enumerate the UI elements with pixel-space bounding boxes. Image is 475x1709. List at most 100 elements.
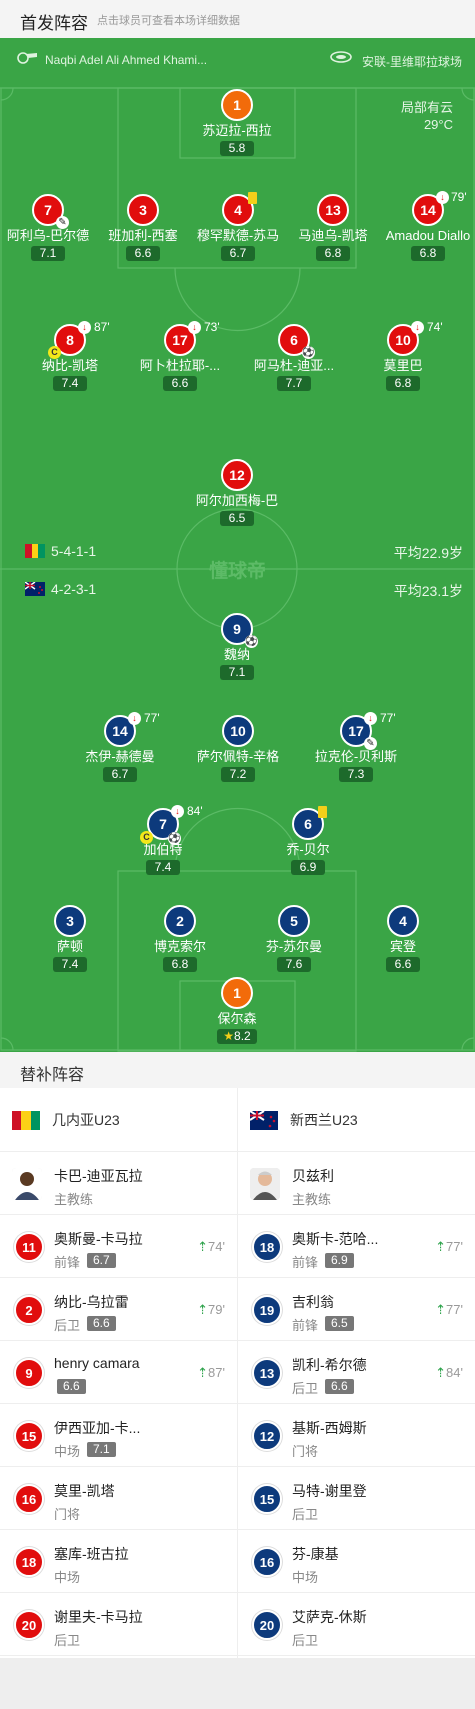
player-number: 20 <box>14 1610 44 1640</box>
away-player-10[interactable]: 10 萨尔佩特-辛格 7.2 <box>178 715 298 783</box>
home-player-6[interactable]: 6 阿马杜-迪亚... 7.7 ⚽ <box>234 324 354 392</box>
player-position: 后卫 <box>292 1507 319 1522</box>
sub-in-icon: ⇡ <box>197 1365 209 1380</box>
player-number: 2 <box>14 1295 44 1325</box>
player-position: 中场 <box>292 1570 319 1585</box>
player-number: 5 <box>278 905 310 937</box>
player-name: 芬-苏尔曼 <box>265 939 323 954</box>
sub-row-19[interactable]: 19 吉利翁 前锋 6.5 ⇡77' <box>238 1278 475 1341</box>
referee-name: Naqbi Adel Ali Ahmed Khami... <box>45 53 208 67</box>
away-player-2[interactable]: 2 博克索尔 6.8 <box>120 905 240 973</box>
weather-info: 局部有云 29°C <box>401 99 453 133</box>
sub-minute: 87' <box>94 320 110 334</box>
sub-minute: 87' <box>208 1365 225 1380</box>
player-rating: 5.8 <box>220 141 254 156</box>
sub-row-9[interactable]: 9 henry camara 6.6 ⇡87' <box>0 1341 237 1404</box>
player-rating: 6.8 <box>316 246 350 261</box>
sub-in-icon: ⇡ <box>435 1239 447 1254</box>
player-rating: 6.7 <box>87 1253 116 1268</box>
player-name: 塞库-班古拉 <box>54 1546 129 1562</box>
player-position: 后卫 <box>54 1633 81 1648</box>
away-player-9[interactable]: 9 魏纳 7.1 ⚽ <box>177 613 297 681</box>
player-number: 15 <box>14 1421 44 1451</box>
away-player-1[interactable]: 1 保尔森 ★8.2 <box>177 977 297 1045</box>
home-player-10[interactable]: 10 莫里巴 6.8 ↓ 74' <box>343 320 463 392</box>
home-coach-row[interactable]: 卡巴-迪亚瓦拉 主教练 <box>0 1152 237 1215</box>
player-name: 萨顿 <box>56 939 83 954</box>
away-team-row[interactable]: 新西兰U23 <box>238 1088 475 1152</box>
player-number: 13 <box>317 194 349 226</box>
sub-row-12[interactable]: 12 基斯-西姆斯 门将 <box>238 1404 475 1467</box>
player-name: 阿尔加西梅-巴 <box>195 493 279 508</box>
player-number: 16 <box>252 1547 282 1577</box>
sub-row-15[interactable]: 15 马特-谢里登 后卫 <box>238 1467 475 1530</box>
captain-icon: C <box>140 831 153 844</box>
ball-icon: ⚽ <box>245 635 258 648</box>
away-player-7[interactable]: 7 加伯特 7.4 ↓ 84' C ⚽ <box>103 804 223 876</box>
sub-row-16[interactable]: 16 芬-康基 中场 <box>238 1530 475 1593</box>
sub-minute: 74' <box>427 320 443 334</box>
player-number: 12 <box>252 1421 282 1451</box>
weather-label: 局部有云 <box>400 100 453 115</box>
sub-out-icon: ↓ <box>171 805 184 818</box>
away-player-6[interactable]: 6 乔-贝尔 6.9 <box>248 806 368 876</box>
sub-row-13[interactable]: 13 凯利-希尔德 后卫 6.6 ⇡84' <box>238 1341 475 1404</box>
sub-row-20[interactable]: 20 谢里夫-卡马拉 后卫 <box>0 1593 237 1656</box>
player-number: 19 <box>252 1295 282 1325</box>
player-number: 12 <box>221 459 253 491</box>
player-position: 后卫 <box>292 1381 319 1396</box>
player-rating: 7.1 <box>220 665 254 680</box>
away-player-14[interactable]: 14 杰伊-赫德曼 6.7 ↓ 77' <box>60 711 180 783</box>
sub-row-15[interactable]: 15 伊西亚加-卡... 中场 7.1 <box>0 1404 237 1467</box>
player-rating: 6.6 <box>87 1316 116 1331</box>
home-player-1[interactable]: 1 苏迈拉-西拉 5.8 <box>177 89 297 157</box>
player-rating: 7.3 <box>339 767 373 782</box>
home-player-17[interactable]: 17 阿卜杜拉耶-... 6.6 ↓ 73' <box>120 320 240 392</box>
player-rating: 8.2 <box>234 1029 251 1043</box>
sub-minute: 84' <box>187 804 203 818</box>
player-name: henry camara <box>54 1355 140 1371</box>
away-player-3[interactable]: 3 萨顿 7.4 <box>10 905 130 973</box>
player-number: 18 <box>252 1232 282 1262</box>
player-name: 拉克伦-贝利斯 <box>314 749 398 764</box>
away-player-5[interactable]: 5 芬-苏尔曼 7.6 <box>234 905 354 973</box>
player-rating: 7.7 <box>277 376 311 391</box>
player-name: 萨尔佩特-辛格 <box>196 749 280 764</box>
player-name: 莫里巴 <box>383 358 423 373</box>
player-name: 奥斯曼-卡马拉 <box>54 1231 143 1247</box>
sub-in-info: ⇡77' <box>435 1239 463 1255</box>
sub-in-info: ⇡79' <box>197 1302 225 1318</box>
sub-row-11[interactable]: 11 奥斯曼-卡马拉 前锋 6.7 ⇡74' <box>0 1215 237 1278</box>
sub-row-16[interactable]: 16 莫里-凯塔 门将 <box>0 1467 237 1530</box>
player-position: 后卫 <box>54 1318 81 1333</box>
player-name: 艾萨克-休斯 <box>292 1609 367 1625</box>
player-position: 中场 <box>54 1570 81 1585</box>
player-number: 20 <box>252 1610 282 1640</box>
sub-row-18[interactable]: 18 塞库-班古拉 中场 <box>0 1530 237 1593</box>
away-avg-age: 平均23.1岁 <box>393 583 463 599</box>
guinea-flag-icon <box>25 544 45 558</box>
player-name: 博克索尔 <box>153 939 206 954</box>
home-player-8[interactable]: 8 纳比-凯塔 7.4 ↓ 87' C <box>10 320 130 392</box>
sub-in-icon: ⇡ <box>197 1239 209 1254</box>
sub-out-icon: ↓ <box>411 321 424 334</box>
home-player-14[interactable]: 14 Amadou Diallo 6.8 ↓ 79' <box>368 190 475 262</box>
star-icon: ★ <box>223 1029 235 1043</box>
home-player-12[interactable]: 12 阿尔加西梅-巴 6.5 <box>177 459 297 527</box>
away-player-17[interactable]: 17 拉克伦-贝利斯 7.3 ↓ 77' ✎ <box>296 711 416 783</box>
player-number: 9 <box>14 1358 44 1388</box>
home-team-row[interactable]: 几内亚U23 <box>0 1088 237 1152</box>
player-rating: 6.6 <box>57 1379 86 1394</box>
sub-in-info: ⇡77' <box>435 1302 463 1318</box>
away-player-4[interactable]: 4 宾登 6.6 <box>343 905 463 973</box>
player-position: 前锋 <box>292 1318 319 1333</box>
away-coach-row[interactable]: 贝兹利 主教练 <box>238 1152 475 1215</box>
sub-row-20[interactable]: 20 艾萨克-休斯 后卫 <box>238 1593 475 1656</box>
player-number: 16 <box>14 1484 44 1514</box>
lineup-subtitle: 点击球员可查看本场详细数据 <box>97 15 240 27</box>
player-name: 凯利-希尔德 <box>292 1357 367 1373</box>
sub-row-2[interactable]: 2 纳比-乌拉雷 后卫 6.6 ⇡79' <box>0 1278 237 1341</box>
away-team-name: 新西兰U23 <box>290 1112 358 1128</box>
player-name: 纳比-乌拉雷 <box>54 1294 129 1310</box>
sub-row-18[interactable]: 18 奥斯卡-范哈... 前锋 6.9 ⇡77' <box>238 1215 475 1278</box>
